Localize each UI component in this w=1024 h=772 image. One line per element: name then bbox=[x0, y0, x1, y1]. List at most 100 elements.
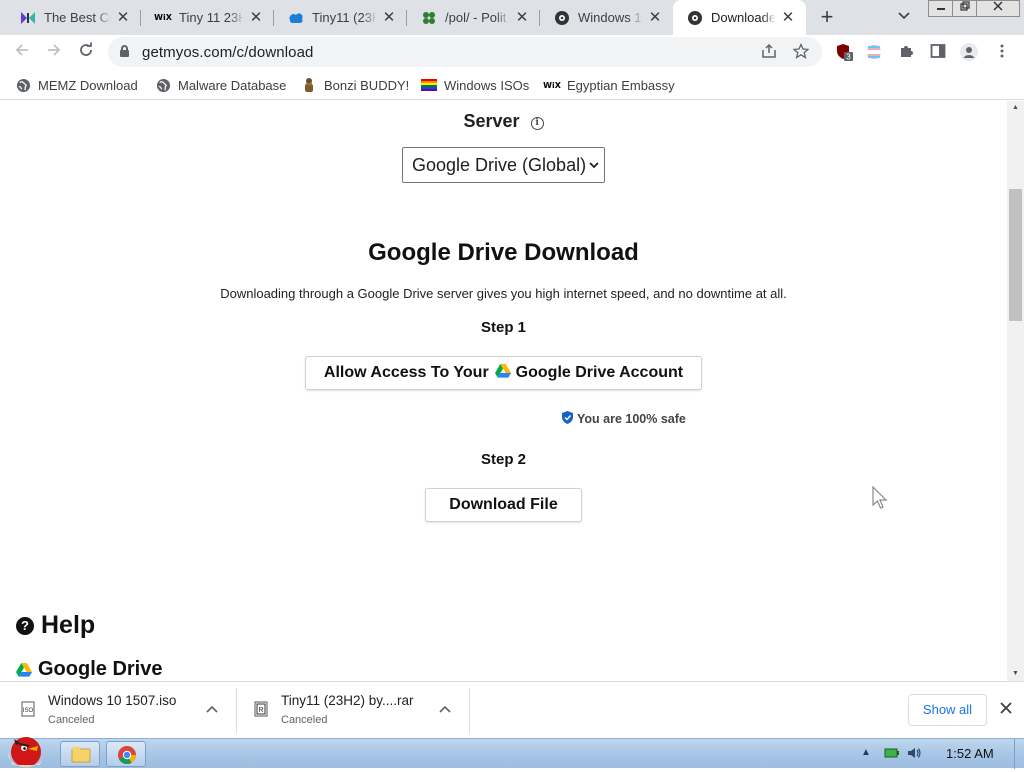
scrollbar-thumb[interactable] bbox=[1009, 189, 1022, 321]
bookmark-malware-database[interactable]: Malware Database bbox=[155, 75, 286, 95]
reload-button[interactable] bbox=[74, 40, 98, 64]
extension-badge-text: 3 bbox=[846, 53, 851, 62]
bookmark-windows-isos[interactable]: Windows ISOs bbox=[421, 75, 529, 95]
download-file-button[interactable]: Download File bbox=[425, 488, 582, 522]
disc-icon bbox=[554, 10, 570, 26]
tab-title: /pol/ - Polit bbox=[445, 10, 507, 25]
forward-button[interactable] bbox=[42, 40, 66, 64]
globe-icon bbox=[15, 77, 31, 93]
scroll-down-arrow-icon[interactable]: ▼ bbox=[1007, 667, 1024, 681]
new-tab-button[interactable]: + bbox=[815, 6, 839, 30]
description-text: Downloading through a Google Drive serve… bbox=[220, 286, 787, 301]
mouse-cursor-icon bbox=[872, 485, 890, 512]
close-icon[interactable]: ✕ bbox=[514, 9, 530, 26]
tab-4[interactable]: Windows 1( ✕ bbox=[540, 0, 673, 35]
download-shelf: ISO Windows 10 1507.iso Canceled R Tiny1… bbox=[0, 681, 1024, 738]
tab-search-chevron-icon[interactable] bbox=[893, 9, 915, 27]
url-text: getmyos.com/c/download bbox=[142, 44, 314, 61]
google-drive-icon bbox=[494, 363, 511, 383]
taskbar-clock[interactable]: 1:52 AM bbox=[946, 746, 994, 761]
page-content: Server i Google Drive (Global) Google Dri… bbox=[0, 101, 1007, 681]
help-heading: ? Help bbox=[16, 611, 95, 640]
rainbow-flag-icon bbox=[421, 77, 437, 93]
show-desktop-button[interactable] bbox=[1014, 739, 1024, 769]
bookmark-label: Windows ISOs bbox=[444, 77, 530, 93]
battery-icon[interactable] bbox=[884, 746, 900, 760]
allow-access-button[interactable]: Allow Access To Your Google Drive Accoun… bbox=[305, 356, 702, 390]
close-icon[interactable] bbox=[996, 701, 1016, 719]
menu-kebab-icon[interactable] bbox=[993, 43, 1011, 61]
wix-icon: WiX bbox=[543, 80, 561, 90]
volume-icon[interactable] bbox=[906, 746, 922, 760]
rar-file-icon: R bbox=[253, 701, 269, 717]
butterfly-icon bbox=[20, 10, 36, 26]
tab-1[interactable]: WiX Tiny 11 23H ✕ bbox=[141, 0, 274, 35]
bookmark-label: Malware Database bbox=[178, 77, 287, 93]
back-button[interactable] bbox=[10, 40, 34, 64]
tab-5-active[interactable]: Downloade ✕ bbox=[673, 0, 806, 35]
allow-button-label-end: Google Drive Account bbox=[515, 364, 684, 381]
tray-expand-icon[interactable]: ▲ bbox=[861, 747, 871, 758]
download-item[interactable]: R Tiny11 (23H2) by....rar Canceled bbox=[233, 682, 469, 739]
bookmark-star-icon[interactable] bbox=[792, 42, 810, 61]
profile-avatar-icon[interactable] bbox=[960, 43, 978, 61]
safe-notice: You are 100% safe bbox=[562, 411, 686, 427]
download-separator bbox=[469, 688, 470, 733]
download-status: Canceled bbox=[48, 714, 95, 726]
download-filename: Tiny11 (23H2) by....rar bbox=[281, 693, 414, 708]
server-select-value: Google Drive (Global) bbox=[412, 155, 587, 175]
bookmark-label: MEMZ Download bbox=[38, 77, 138, 93]
window-close-button[interactable] bbox=[976, 0, 1020, 17]
close-icon[interactable]: ✕ bbox=[780, 9, 796, 26]
page-title: Google Drive Download bbox=[368, 239, 639, 266]
tab-0[interactable]: The Best Cu ✕ bbox=[6, 0, 141, 35]
ublock-extension-icon[interactable]: 3 bbox=[835, 43, 853, 62]
tab-3[interactable]: /pol/ - Polit ✕ bbox=[407, 0, 540, 35]
tab-title: Tiny 11 23H bbox=[179, 10, 244, 25]
chevron-up-icon[interactable] bbox=[204, 702, 220, 718]
bookmark-bonzi-buddy[interactable]: Bonzi BUDDY! bbox=[301, 75, 409, 95]
server-select[interactable]: Google Drive (Global) bbox=[402, 147, 605, 183]
pride-extension-icon[interactable] bbox=[865, 43, 883, 61]
side-panel-icon[interactable] bbox=[929, 43, 947, 61]
svg-text:R: R bbox=[258, 707, 263, 714]
info-icon[interactable]: i bbox=[530, 117, 544, 130]
taskbar-chrome-button[interactable] bbox=[106, 741, 146, 767]
show-all-button[interactable]: Show all bbox=[908, 694, 987, 726]
help-heading-text: Help bbox=[41, 611, 96, 639]
close-icon[interactable]: ✕ bbox=[115, 9, 131, 26]
scroll-up-arrow-icon[interactable]: ▲ bbox=[1007, 101, 1024, 115]
tab-title: Windows 1( bbox=[578, 10, 643, 25]
start-angry-bird-icon[interactable] bbox=[2, 731, 50, 769]
share-icon[interactable] bbox=[760, 43, 778, 61]
vertical-scrollbar[interactable]: ▲ ▼ bbox=[1007, 101, 1024, 681]
close-icon[interactable]: ✕ bbox=[248, 9, 264, 26]
extensions-puzzle-icon[interactable] bbox=[897, 43, 915, 61]
svg-text:ISO: ISO bbox=[23, 708, 34, 714]
close-icon[interactable]: ✕ bbox=[647, 9, 663, 26]
tab-2[interactable]: Tiny11 (23H ✕ bbox=[274, 0, 407, 35]
minimize-button[interactable] bbox=[928, 0, 954, 17]
step-2-label: Step 2 bbox=[480, 451, 526, 468]
lock-icon bbox=[120, 45, 129, 57]
bookmark-egyptian-embassy[interactable]: WiX Egyptian Embassy bbox=[543, 75, 675, 95]
browser-toolbar: getmyos.com/c/download 3 bbox=[0, 35, 1024, 69]
disc-icon bbox=[687, 10, 703, 26]
address-bar[interactable]: getmyos.com/c/download bbox=[108, 37, 822, 67]
tab-title: The Best Cu bbox=[44, 10, 111, 25]
allow-button-label-start: Allow Access To Your bbox=[323, 364, 489, 381]
clover-icon bbox=[421, 10, 437, 26]
restore-button[interactable] bbox=[952, 0, 978, 17]
bookmark-memz-download[interactable]: MEMZ Download bbox=[15, 75, 138, 95]
bonzi-icon bbox=[301, 77, 317, 93]
tab-title: Downloade bbox=[711, 10, 776, 25]
tab-strip: The Best Cu ✕ WiX Tiny 11 23H ✕ Tiny11 (… bbox=[0, 0, 1024, 35]
taskbar-explorer-button[interactable] bbox=[60, 741, 100, 767]
bookmark-label: Bonzi BUDDY! bbox=[324, 77, 410, 93]
help-subheading: Google Drive bbox=[16, 658, 162, 681]
chevron-up-icon[interactable] bbox=[437, 702, 453, 718]
bookmark-label: Egyptian Embassy bbox=[567, 77, 675, 93]
close-icon[interactable]: ✕ bbox=[381, 9, 397, 26]
taskbar: ▲ 1:52 AM bbox=[0, 737, 1024, 769]
chevron-down-icon bbox=[589, 154, 599, 179]
